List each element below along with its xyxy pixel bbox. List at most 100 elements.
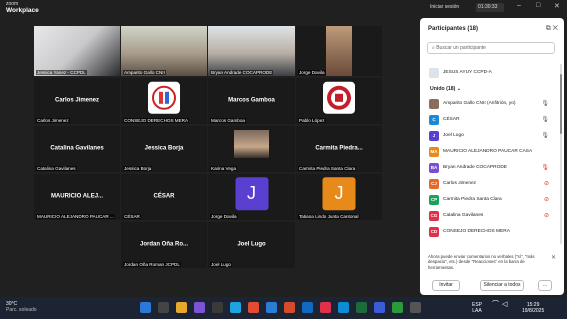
- popout-icon[interactable]: ⧉: [546, 25, 551, 32]
- outlook-icon[interactable]: [302, 302, 313, 313]
- reactions-tip: Ahora puede enviar comentarios no verbal…: [428, 254, 535, 270]
- list-item[interactable]: Amparito Gallo CNII (Anfitrión, yo) 🎙: [427, 98, 555, 111]
- participant-name: Jorge Davila: [210, 214, 238, 219]
- recording-timer: 01:30:33: [476, 3, 504, 12]
- mute-all-button[interactable]: Silenciar a todos: [480, 280, 524, 291]
- video-tile[interactable]: MAURICIO ALEJ... MAURICIO ALEJANDRO PAUC…: [34, 174, 120, 220]
- video-tile[interactable]: Karina Vega: [208, 126, 295, 172]
- list-item[interactable]: CG Catalina Gavilanes ⊘: [427, 210, 555, 223]
- video-tile[interactable]: Jordan Oña Ro... Jordan Oña Roman JCPDL: [121, 222, 207, 268]
- avatar: [429, 99, 439, 109]
- clock[interactable]: 15:29 19/8/2025: [522, 302, 544, 314]
- more-button[interactable]: ...: [538, 280, 552, 291]
- participant-name: MAURICIO ALEJANDRO PAUCAR ...: [36, 214, 115, 219]
- video-tile[interactable]: Jorge Davila: [296, 26, 382, 76]
- list-item[interactable]: C CÉSAR 🎙: [427, 114, 555, 127]
- video-tile[interactable]: CÉSAR CÉSAR: [121, 174, 207, 220]
- login-link[interactable]: Iniciar sesión: [430, 4, 459, 10]
- list-item[interactable]: J Joel Lugo 🎙: [427, 130, 555, 143]
- maximize-icon[interactable]: □: [536, 2, 540, 9]
- search-input[interactable]: ⌕ Buscar un participante: [427, 42, 555, 54]
- weather-widget[interactable]: 30°C Parc. soleado: [6, 301, 37, 313]
- avatar: BA: [429, 163, 439, 173]
- lang-layout: LAA: [472, 308, 482, 314]
- invite-button[interactable]: Invitar: [432, 280, 460, 291]
- video-off-icon[interactable]: ⊘: [544, 212, 549, 219]
- video-tile[interactable]: CONSEJO DERECHOS MERA: [121, 78, 207, 124]
- participant-name: Bryan Andrade COCAPRODE: [210, 70, 274, 75]
- search-icon[interactable]: [158, 302, 169, 313]
- participant-list-name: JESUS AYUY CCPD-A: [443, 70, 492, 75]
- close-panel-icon[interactable]: ✕: [553, 25, 558, 32]
- edge-icon[interactable]: [230, 302, 241, 313]
- section-header-joined[interactable]: Unido (18) ⌄: [430, 86, 461, 92]
- scrollbar[interactable]: [560, 64, 562, 244]
- participant-name: CONSEJO DERECHOS MERA: [123, 118, 190, 123]
- video-tile[interactable]: Carlos Jimenez Carlos Jimenez: [34, 78, 120, 124]
- app-icon[interactable]: [374, 302, 385, 313]
- avatar: CG: [429, 211, 439, 221]
- mic-icon[interactable]: 🎙: [541, 132, 549, 139]
- video-tile[interactable]: J Jorge Davila: [208, 174, 295, 220]
- video-tile[interactable]: Catalina Gavilanes Catalina Gavilanes: [34, 126, 120, 172]
- app-icon[interactable]: [392, 302, 403, 313]
- dismiss-tip-icon[interactable]: ✕: [551, 254, 556, 261]
- participant-display-name: CÉSAR: [153, 193, 175, 200]
- participant-name: Amparito Gallo CNII: [123, 70, 166, 75]
- chrome-icon[interactable]: [248, 302, 259, 313]
- list-item[interactable]: CJ Carlos Jimenez ⊘: [427, 178, 555, 191]
- video-tile[interactable]: Carmita Piedra... Carmita Piedra Santa C…: [296, 126, 382, 172]
- mic-icon[interactable]: 🎙: [541, 100, 549, 107]
- excel-icon[interactable]: [356, 302, 367, 313]
- participant-list-name: Bryan Andrade COCAPRODE: [443, 165, 507, 170]
- avatar: CP: [429, 195, 439, 205]
- participant-name: Jorge Davila: [298, 70, 326, 75]
- app-icon[interactable]: [410, 302, 421, 313]
- video-tile[interactable]: Bryan Andrade COCAPRODE: [208, 26, 295, 76]
- network-icon[interactable]: ⌒: [492, 301, 499, 308]
- video-tile-active-speaker[interactable]: Amparito Gallo CNII: [121, 26, 207, 76]
- participant-display-name: Jessica Borja: [144, 145, 184, 152]
- word-icon[interactable]: [266, 302, 277, 313]
- video-off-icon[interactable]: ⊘: [544, 196, 549, 203]
- search-placeholder: Buscar un participante: [436, 45, 486, 51]
- video-tile[interactable]: Jessica Borja Jessica Borja: [121, 126, 207, 172]
- participant-name: Pablo López: [298, 118, 326, 123]
- video-off-icon[interactable]: ⊘: [544, 180, 549, 187]
- panel-title: Participantes (18): [428, 26, 479, 32]
- file-explorer-icon[interactable]: [176, 302, 187, 313]
- mic-icon[interactable]: 🎙: [541, 116, 549, 123]
- chevron-down-icon: ⌄: [456, 86, 462, 92]
- minimize-icon[interactable]: –: [517, 2, 521, 9]
- participant-name: Carmita Piedra Santa Clara: [298, 166, 357, 171]
- video-tile[interactable]: J Tatiana Lindo Junta Cantonal: [296, 174, 382, 220]
- video-tile[interactable]: Marcos Gamboa Marcos Gamboa: [208, 78, 295, 124]
- video-feed: [234, 130, 269, 158]
- avatar: C: [429, 115, 439, 125]
- video-feed: [34, 26, 120, 76]
- powerpoint-icon[interactable]: [284, 302, 295, 313]
- video-tile[interactable]: Jessica Yanez - CCPDL: [34, 26, 120, 76]
- video-grid: Jessica Yanez - CCPDL Amparito Gallo CNI…: [34, 26, 382, 270]
- list-item[interactable]: CD CONSEJO DERECHOS MERA: [427, 226, 555, 239]
- list-item[interactable]: JESUS AYUY CCPD-A: [427, 67, 555, 80]
- video-feed: [326, 26, 352, 76]
- task-view-icon[interactable]: [212, 302, 223, 313]
- language-indicator[interactable]: ESP LAA: [472, 302, 482, 314]
- volume-icon[interactable]: ◁: [502, 301, 507, 308]
- close-icon[interactable]: ✕: [554, 2, 560, 10]
- scrollbar-thumb[interactable]: [560, 74, 562, 134]
- zoom-taskbar-icon[interactable]: [338, 302, 349, 313]
- list-item[interactable]: CP Carmita Piedra Santa Clara ⊘: [427, 194, 555, 207]
- video-tile[interactable]: Pablo López: [296, 78, 382, 124]
- participant-name: Catalina Gavilanes: [36, 166, 77, 171]
- copilot-icon[interactable]: [194, 302, 205, 313]
- app-icon[interactable]: [320, 302, 331, 313]
- video-tile[interactable]: Joel Lugo Joel Lugo: [208, 222, 295, 268]
- section-label: Unido (18): [430, 86, 456, 92]
- list-item[interactable]: BA Bryan Andrade COCAPRODE 🎙: [427, 162, 555, 175]
- mic-muted-icon[interactable]: 🎙: [541, 164, 549, 171]
- organization-logo: [323, 81, 355, 114]
- windows-start-icon[interactable]: [140, 302, 151, 313]
- list-item[interactable]: MA MAURICIO ALEJANDRO PAUCAR CASA: [427, 146, 555, 159]
